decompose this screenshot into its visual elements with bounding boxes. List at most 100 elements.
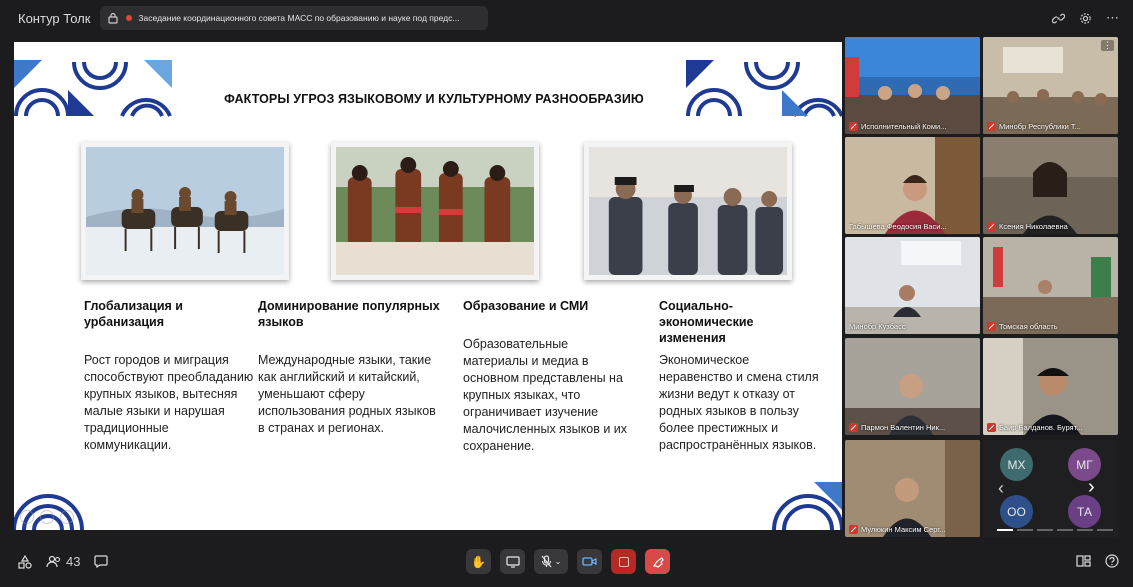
- participant-tile[interactable]: Минобр Кузбасс: [845, 237, 980, 334]
- meeting-title: Заседание координационного совета МАСС п…: [138, 13, 460, 23]
- avatar[interactable]: ТА: [1068, 495, 1101, 528]
- prev-slide-icon[interactable]: [20, 510, 34, 524]
- avatar[interactable]: ОО: [1000, 495, 1033, 528]
- stop-recording-button[interactable]: [611, 549, 636, 574]
- participant-label: Минобр Кузбасс: [849, 322, 976, 331]
- tile-pager: [997, 529, 1113, 531]
- participant-tile-active-speaker[interactable]: Габышева Феодосия Васи...: [845, 137, 980, 234]
- factor-text: Экономическое неравенство и смена стиля …: [659, 353, 819, 452]
- participant-label: Томская область: [987, 322, 1114, 331]
- participant-tile[interactable]: Пармон Валентин Ник...: [845, 338, 980, 435]
- factor-heading: Доминирование популярных языков: [258, 299, 440, 329]
- meeting-title-pill[interactable]: Заседание координационного совета МАСС п…: [100, 6, 489, 30]
- factor-column-globalization: Глобализация и урбанизация Рост городов …: [84, 298, 254, 454]
- factor-column-education-media: Образование и СМИ Образовательные матери…: [463, 298, 628, 455]
- more-options-icon[interactable]: [60, 510, 74, 524]
- gear-icon[interactable]: [1079, 12, 1092, 25]
- avatar[interactable]: МХ: [1000, 448, 1033, 481]
- screen-share-icon: [505, 555, 520, 568]
- link-icon[interactable]: [1052, 12, 1065, 25]
- video-feed: [845, 237, 980, 334]
- participant-name: Томская область: [999, 322, 1058, 331]
- participant-name: Мулюкин Максим Серг...: [861, 525, 946, 534]
- mic-muted-icon: [987, 322, 996, 331]
- factor-column-popular-languages: Доминирование популярных языков Междунар…: [258, 298, 443, 437]
- participant-label: Мулюкин Максим Серг...: [849, 525, 976, 534]
- raise-hand-button[interactable]: ✋: [466, 549, 491, 574]
- top-bar: Контур Толк Заседание координационного с…: [0, 0, 1133, 36]
- participant-tile[interactable]: Мулюкин Максим Серг...: [845, 440, 980, 537]
- decorative-pattern-top-right: [686, 60, 842, 118]
- bottom-toolbar: 43 ✋ ⌄: [0, 540, 1133, 587]
- zoom-icon[interactable]: [40, 510, 54, 524]
- participant-label: Ксения Николаевна: [987, 222, 1114, 231]
- app-title: Контур Толк: [18, 10, 91, 26]
- mic-muted-icon: [849, 122, 858, 131]
- factor-text: Международные языки, такие как английски…: [258, 353, 436, 435]
- factor-heading: Глобализация и урбанизация: [84, 299, 183, 329]
- lock-icon: [108, 12, 120, 24]
- factor-column-socioeconomic: Социально-экономические изменения Эконом…: [659, 298, 819, 454]
- hand-icon: ✋: [471, 554, 486, 569]
- video-feed: [983, 37, 1118, 134]
- mic-muted-icon: [987, 222, 996, 231]
- leave-call-button[interactable]: [645, 549, 670, 574]
- recording-indicator-icon: [126, 15, 133, 21]
- video-feed: [983, 137, 1118, 234]
- decorative-pattern-bottom-right: [772, 482, 842, 530]
- photo-reindeer-herders: [81, 142, 289, 280]
- screen-share-button[interactable]: [500, 549, 525, 574]
- participant-label: Минобр Республики Т...: [987, 122, 1114, 131]
- factor-heading: Социально-экономические изменения: [659, 299, 754, 345]
- participant-tile[interactable]: Исполнительный Коми...: [845, 37, 980, 134]
- microphone-button[interactable]: ⌄: [534, 549, 568, 574]
- participant-tile[interactable]: Баир Балданов. Бурят...: [983, 338, 1118, 435]
- video-feed: [845, 440, 980, 537]
- tile-menu-icon[interactable]: ⋮: [1101, 40, 1114, 51]
- participants-button[interactable]: 43: [46, 554, 80, 569]
- participant-tile[interactable]: ⋮ Минобр Республики Т...: [983, 37, 1118, 134]
- mic-off-icon: [541, 555, 552, 568]
- photo-folk-ensemble: [331, 142, 539, 280]
- video-feed: [983, 338, 1118, 435]
- participant-name: Пармон Валентин Ник...: [861, 423, 946, 432]
- participant-name: Минобр Кузбасс: [849, 322, 906, 331]
- participant-label: Габышева Феодосия Васи...: [849, 222, 976, 231]
- camera-button[interactable]: [577, 549, 602, 574]
- layout-icon[interactable]: [1076, 554, 1091, 568]
- participant-tile[interactable]: Томская область: [983, 237, 1118, 334]
- shapes-icon[interactable]: [18, 554, 32, 569]
- slide-title: ФАКТОРЫ УГРОЗ ЯЗЫКОВОМУ И КУЛЬТУРНОМУ РА…: [224, 92, 644, 106]
- participant-tile[interactable]: Ксения Николаевна: [983, 137, 1118, 234]
- participant-name: Исполнительный Коми...: [861, 122, 947, 131]
- participant-name: Габышева Феодосия Васи...: [849, 222, 947, 231]
- mic-muted-icon: [987, 122, 996, 131]
- video-feed: [845, 137, 980, 234]
- factor-text: Образовательные материалы и медиа в осно…: [463, 337, 628, 453]
- more-icon[interactable]: ⋯: [1106, 10, 1119, 26]
- avatar[interactable]: МГ: [1068, 448, 1101, 481]
- participant-name: Ксения Николаевна: [999, 222, 1068, 231]
- video-feed: [845, 338, 980, 435]
- help-icon[interactable]: [1105, 554, 1119, 568]
- participant-label: Исполнительный Коми...: [849, 122, 976, 131]
- chevron-right-icon[interactable]: ›: [1088, 476, 1095, 499]
- mic-muted-icon: [987, 423, 996, 432]
- decorative-pattern-top-left: [14, 60, 172, 118]
- chevron-left-icon[interactable]: ‹: [998, 478, 1004, 499]
- participant-label: Баир Балданов. Бурят...: [987, 423, 1114, 432]
- mic-muted-icon: [849, 525, 858, 534]
- participants-count: 43: [66, 554, 81, 569]
- video-feed: [983, 237, 1118, 334]
- camera-icon: [582, 557, 597, 566]
- chat-icon[interactable]: [94, 555, 109, 568]
- video-feed: [845, 37, 980, 134]
- mic-muted-icon: [849, 423, 858, 432]
- chevron-down-icon[interactable]: ⌄: [555, 557, 562, 566]
- participant-name: Минобр Республики Т...: [999, 122, 1081, 131]
- factor-text: Рост городов и миграция способствуют пре…: [84, 353, 254, 452]
- factor-heading: Образование и СМИ: [463, 299, 589, 313]
- presentation-slide: ФАКТОРЫ УГРОЗ ЯЗЫКОВОМУ И КУЛЬТУРНОМУ РА…: [14, 42, 842, 530]
- photo-conference-audience: [584, 142, 792, 280]
- stop-icon: [618, 556, 629, 567]
